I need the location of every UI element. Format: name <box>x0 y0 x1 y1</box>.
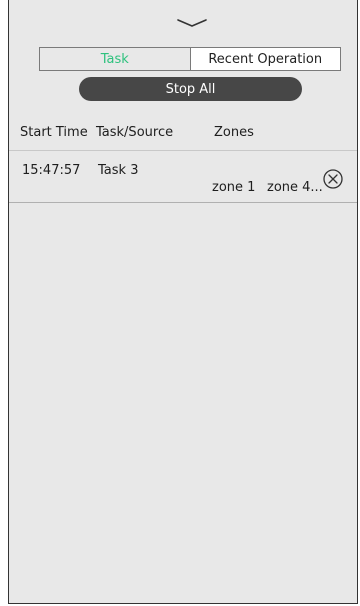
close-circle-icon[interactable] <box>322 168 344 190</box>
header-start-time: Start Time <box>20 125 88 140</box>
stop-all-button[interactable]: Stop All <box>79 77 302 101</box>
row-divider <box>9 202 357 203</box>
running-tasks-panel: Task Recent Operation Stop All Start Tim… <box>8 0 358 604</box>
header-divider <box>9 150 357 151</box>
view-tabs: Task Recent Operation <box>39 47 341 71</box>
header-zones: Zones <box>214 125 254 140</box>
tab-task[interactable]: Task <box>40 48 190 70</box>
row-zone-1: zone 1 <box>212 180 256 195</box>
header-task-source: Task/Source <box>96 125 174 140</box>
row-start-time: 15:47:57 <box>22 163 81 178</box>
tab-recent-operation[interactable]: Recent Operation <box>189 48 340 70</box>
row-zone-4: zone 4... <box>267 180 323 195</box>
row-task-source: Task 3 <box>98 163 139 178</box>
chevron-down-icon[interactable] <box>175 16 209 30</box>
